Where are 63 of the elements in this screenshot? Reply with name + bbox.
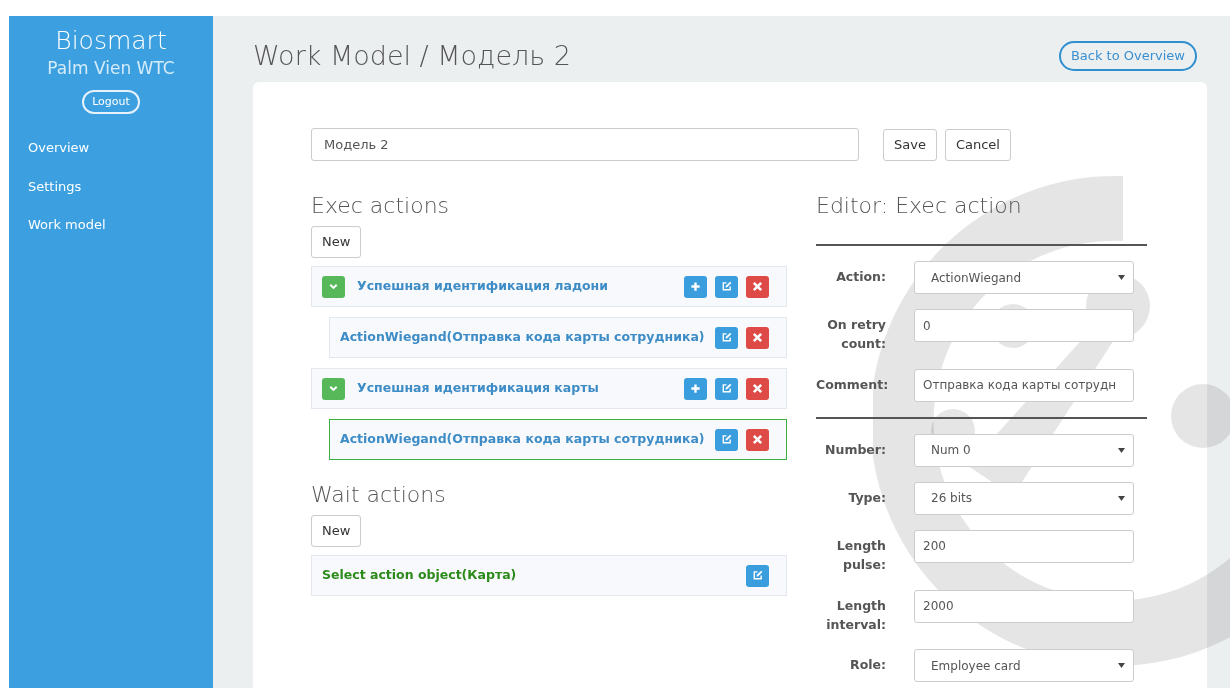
page-title: Work Model / Модель 2 xyxy=(253,38,571,73)
section-heading: Exec actions xyxy=(311,192,451,220)
input-field[interactable]: 2000 xyxy=(914,589,1134,623)
new-button[interactable]: New xyxy=(311,515,362,547)
expand-icon xyxy=(328,383,339,394)
edit-button[interactable] xyxy=(746,564,769,587)
action-label: Успешная идентификация ладони xyxy=(357,277,608,296)
expand-icon xyxy=(328,281,339,292)
edit-button[interactable] xyxy=(715,428,738,451)
field-label: Number: xyxy=(824,440,886,459)
delete-button[interactable] xyxy=(746,428,769,451)
select-field[interactable]: ActionWiegand xyxy=(914,261,1134,294)
add-button[interactable] xyxy=(684,275,707,298)
select-field[interactable]: Num 0 xyxy=(914,433,1134,467)
dropdown-arrow-icon xyxy=(1118,447,1125,453)
edit-icon xyxy=(721,434,732,445)
select-field[interactable]: 26 bits xyxy=(914,481,1134,515)
editor-heading: Editor: Exec action xyxy=(816,192,1023,220)
input-field[interactable]: Отправка кода карты сотрудн xyxy=(914,368,1134,402)
add-icon xyxy=(690,281,701,292)
field-label: Length pulse: xyxy=(835,536,886,575)
delete-icon xyxy=(752,281,763,292)
edit-icon xyxy=(752,570,763,581)
action-label: Select action object(Карта) xyxy=(322,566,517,585)
edit-icon xyxy=(721,383,732,394)
dropdown-arrow-icon xyxy=(1118,495,1125,501)
dropdown-arrow-icon xyxy=(1118,663,1125,669)
delete-button[interactable] xyxy=(746,377,769,400)
action-row[interactable]: Select action object(Карта) xyxy=(311,555,787,596)
delete-icon xyxy=(752,434,763,445)
field-label: Action: xyxy=(835,268,886,286)
site-name: Palm Vien WTC xyxy=(46,57,176,80)
input-field[interactable]: 0 xyxy=(914,309,1134,342)
edit-button[interactable] xyxy=(715,275,738,298)
select-field[interactable]: Employee card xyxy=(914,649,1134,683)
field-label: Role: xyxy=(849,656,886,675)
dropdown-arrow-icon xyxy=(1118,275,1125,280)
edit-button[interactable] xyxy=(715,377,738,400)
expand-button[interactable] xyxy=(322,377,345,400)
add-icon xyxy=(690,383,701,394)
delete-button[interactable] xyxy=(746,275,769,298)
add-button[interactable] xyxy=(684,377,707,400)
action-label: Успешная идентификация карты xyxy=(357,379,599,398)
edit-icon xyxy=(721,281,732,292)
action-label: ActionWiegand(Отправка кода карты сотрудника) xyxy=(340,328,705,347)
field-label: Comment: xyxy=(816,375,886,394)
delete-button[interactable] xyxy=(746,326,769,349)
new-button[interactable]: New xyxy=(311,226,362,258)
edit-button[interactable] xyxy=(715,326,738,349)
action-label: ActionWiegand(Отправка кода карты сотрудника) xyxy=(340,430,705,449)
expand-button[interactable] xyxy=(322,275,345,298)
delete-icon xyxy=(752,332,763,343)
section-heading: Wait actions xyxy=(311,481,447,509)
input-field[interactable]: 200 xyxy=(914,529,1134,563)
field-label: On retry count: xyxy=(826,316,886,354)
edit-icon xyxy=(721,332,732,343)
model-name-field[interactable]: Модель 2 xyxy=(311,128,859,161)
delete-icon xyxy=(752,383,763,394)
cancel-button[interactable]: Cancel xyxy=(944,128,1011,161)
save-button[interactable]: Save xyxy=(883,128,937,161)
field-label: Type: xyxy=(847,488,886,507)
field-label: Length interval: xyxy=(825,596,886,634)
brand-title: Biosmart xyxy=(54,25,168,56)
